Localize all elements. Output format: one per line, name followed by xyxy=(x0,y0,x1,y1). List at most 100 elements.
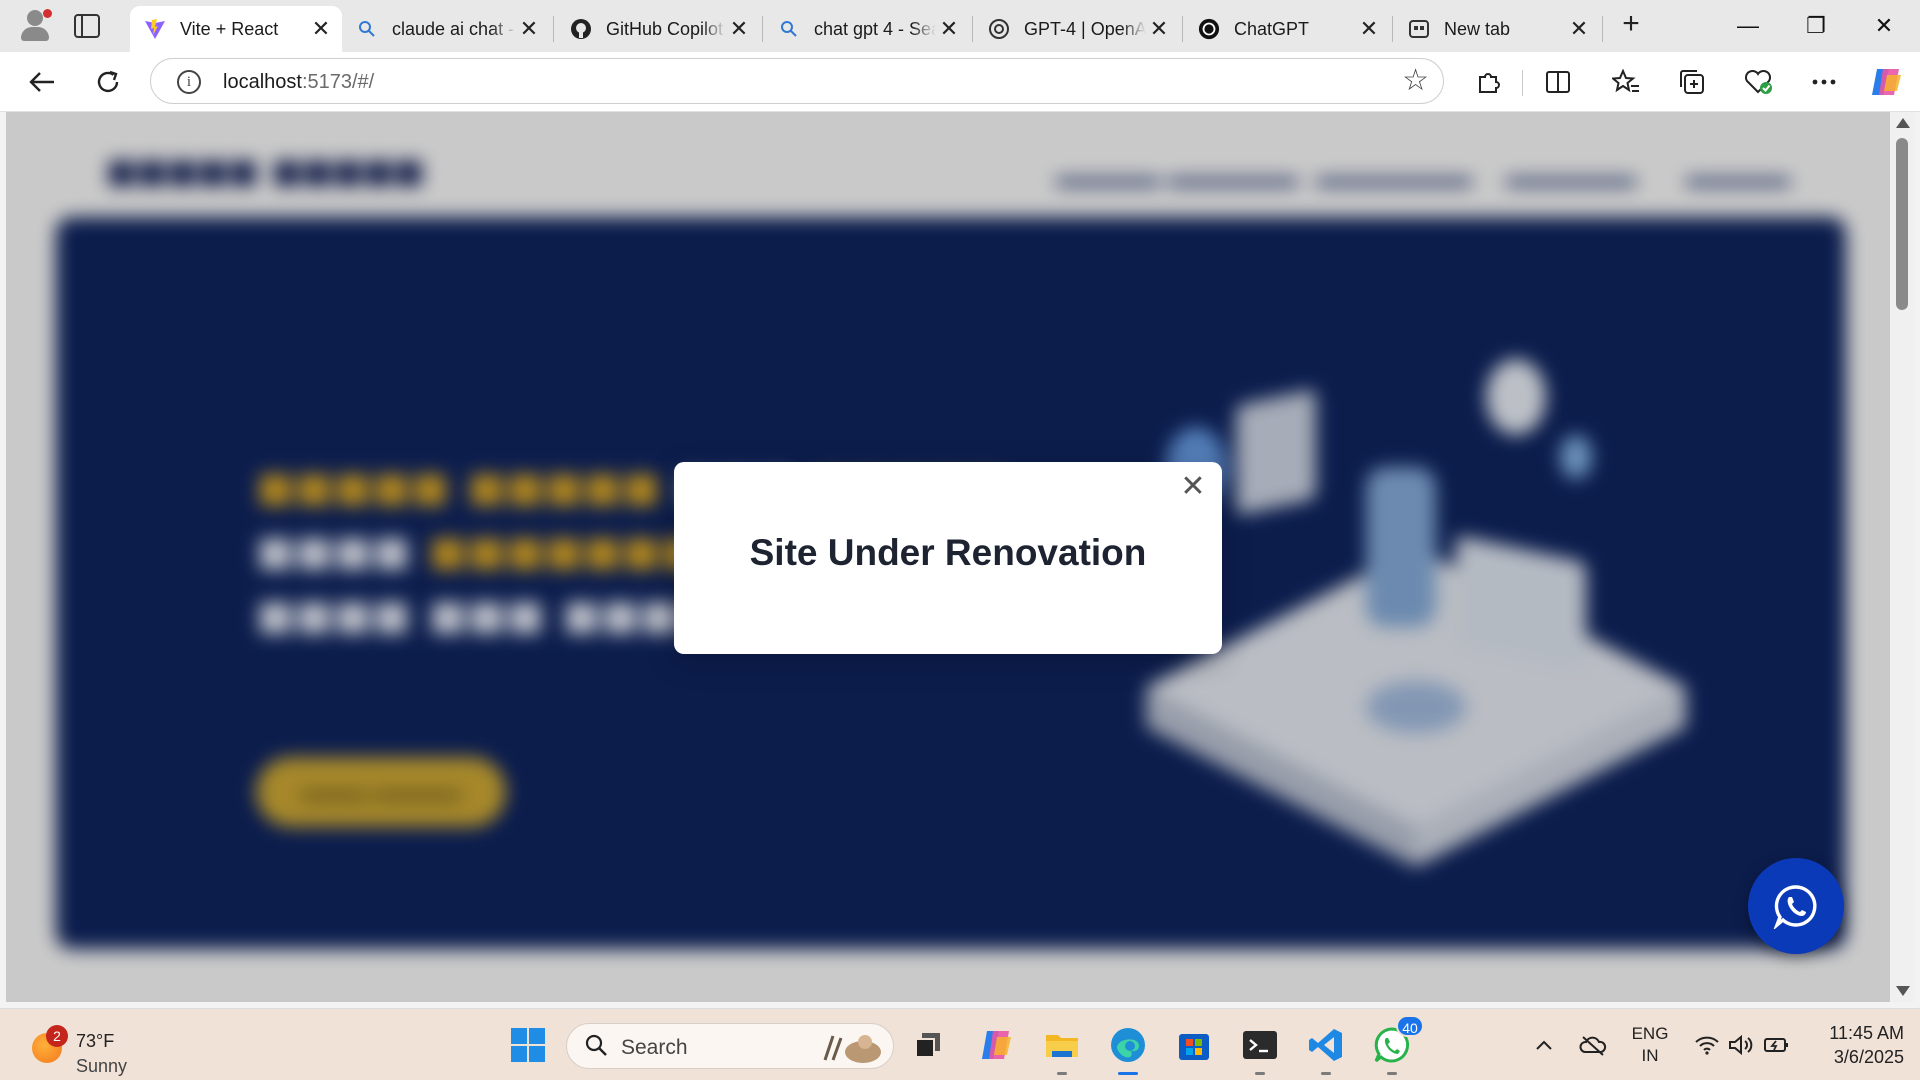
profile-avatar-icon[interactable] xyxy=(18,8,52,42)
extensions-icon[interactable] xyxy=(1468,62,1508,102)
address-bar[interactable]: i localhost:5173/#/ ☆ xyxy=(150,58,1444,104)
tab-title: chat gpt 4 - Search xyxy=(814,18,936,39)
refresh-icon[interactable] xyxy=(88,62,128,102)
url-text[interactable]: localhost:5173/#/ xyxy=(223,71,374,94)
tab-close-icon[interactable]: ✕ xyxy=(1146,16,1172,42)
tab-separator xyxy=(1602,16,1603,42)
file-explorer-button[interactable] xyxy=(1038,1021,1086,1075)
active-app-indicator xyxy=(1118,1072,1138,1075)
modal-title: Site Under Renovation xyxy=(749,532,1147,573)
openai-icon xyxy=(988,18,1010,40)
whatsapp-unread-badge: 40 xyxy=(1396,1015,1424,1037)
tab-github-copilot[interactable]: GitHub Copilot ✕ xyxy=(556,6,760,52)
browser-toolbar: i localhost:5173/#/ ☆ xyxy=(0,52,1920,112)
profile-notification-dot xyxy=(43,9,52,18)
split-screen-icon[interactable] xyxy=(1538,62,1578,102)
whatsapp-chat-button[interactable] xyxy=(1748,858,1844,954)
tab-close-icon[interactable]: ✕ xyxy=(516,16,542,42)
edge-button[interactable] xyxy=(1104,1021,1152,1075)
start-icon xyxy=(511,1028,545,1062)
tab-actions-menu-icon[interactable] xyxy=(74,14,100,38)
scroll-up-arrow-icon[interactable] xyxy=(1896,118,1910,128)
copilot-app-button[interactable] xyxy=(972,1021,1020,1069)
scrollbar-thumb[interactable] xyxy=(1896,138,1908,310)
tab-new-tab[interactable]: New tab ✕ xyxy=(1394,6,1600,52)
taskbar-search-box[interactable]: Search xyxy=(566,1023,894,1069)
tab-claude-search[interactable]: claude ai chat - Search ✕ xyxy=(342,6,550,52)
tab-close-icon[interactable]: ✕ xyxy=(1566,16,1592,42)
vscode-icon xyxy=(1309,1029,1342,1061)
terminal-icon xyxy=(1243,1031,1277,1059)
file-explorer-icon xyxy=(1046,1035,1078,1057)
tab-close-icon[interactable]: ✕ xyxy=(308,16,334,42)
modal-close-icon[interactable]: ✕ xyxy=(1178,472,1208,502)
copilot-icon xyxy=(982,1031,1011,1059)
tab-close-icon[interactable]: ✕ xyxy=(936,16,962,42)
show-hidden-icons-chevron-up-icon[interactable] xyxy=(1532,1029,1556,1061)
search-icon xyxy=(778,18,800,40)
tab-separator xyxy=(1392,16,1393,42)
microsoft-store-icon xyxy=(1179,1034,1209,1060)
new-tab-button[interactable]: + xyxy=(1614,8,1648,42)
system-clock[interactable]: 11:45 AM 3/6/2025 xyxy=(1792,1021,1904,1069)
weather-temperature: 73°F xyxy=(76,1031,115,1051)
running-indicator xyxy=(1387,1072,1397,1075)
running-indicator xyxy=(1057,1072,1067,1075)
tab-title: New tab xyxy=(1444,18,1511,39)
tab-close-icon[interactable]: ✕ xyxy=(1356,16,1382,42)
search-label: Search xyxy=(621,1036,688,1059)
new-tab-page-icon xyxy=(1408,18,1430,40)
search-highlight-icon xyxy=(823,1035,881,1063)
tab-gpt4-openai[interactable]: GPT-4 | OpenAI ✕ xyxy=(974,6,1180,52)
windows-taskbar: 2 73°F Sunny Search 40 ENG IN 11:45 AM 3… xyxy=(0,1008,1920,1080)
page-scrollbar[interactable] xyxy=(1890,112,1914,1002)
battery-charging-icon[interactable] xyxy=(1762,1029,1792,1061)
tab-chatgpt4-search[interactable]: chat gpt 4 - Search ✕ xyxy=(764,6,970,52)
terminal-button[interactable] xyxy=(1236,1021,1284,1075)
onedrive-offline-icon[interactable] xyxy=(1578,1029,1608,1061)
site-info-icon[interactable]: i xyxy=(177,70,201,94)
tab-separator xyxy=(553,16,554,42)
clock-date: 3/6/2025 xyxy=(1833,1047,1904,1067)
tab-separator xyxy=(1182,16,1183,42)
vscode-button[interactable] xyxy=(1302,1021,1350,1075)
tab-title: ChatGPT xyxy=(1234,18,1310,39)
back-arrow-icon[interactable] xyxy=(22,62,62,102)
tab-chatgpt[interactable]: ChatGPT ✕ xyxy=(1184,6,1390,52)
collections-icon[interactable] xyxy=(1672,62,1712,102)
vite-icon xyxy=(144,18,166,40)
tab-title: GitHub Copilot xyxy=(606,18,724,39)
tab-title: GPT-4 | OpenAI xyxy=(1024,18,1146,39)
minimize-button[interactable]: — xyxy=(1724,8,1772,44)
microsoft-store-button[interactable] xyxy=(1170,1021,1218,1069)
browser-essentials-icon[interactable] xyxy=(1738,62,1778,102)
task-view-button[interactable] xyxy=(904,1021,952,1069)
edge-icon xyxy=(1111,1028,1145,1062)
tab-title: claude ai chat - Search xyxy=(392,18,516,39)
whatsapp-app-button[interactable]: 40 xyxy=(1368,1015,1424,1075)
input-language-indicator[interactable]: ENG IN xyxy=(1622,1023,1678,1067)
toolbar-separator xyxy=(1522,70,1523,96)
more-icon[interactable] xyxy=(1804,62,1844,102)
page-viewport: ■■■■■ ■■■■■ ▬▬▬▬ ▬▬▬▬▬ ▬▬▬▬▬▬ ▬▬▬▬▬ ▬▬▬▬… xyxy=(6,112,1890,1002)
tab-title: Vite + React xyxy=(180,18,279,39)
favorite-star-icon[interactable]: ☆ xyxy=(1402,65,1429,97)
search-icon xyxy=(585,1034,607,1056)
wifi-icon[interactable] xyxy=(1692,1029,1722,1061)
weather-widget[interactable]: 2 73°F Sunny xyxy=(30,1019,140,1076)
tab-separator xyxy=(762,16,763,42)
volume-icon[interactable] xyxy=(1726,1029,1756,1061)
copilot-icon[interactable] xyxy=(1866,62,1906,102)
restore-button[interactable]: ❐ xyxy=(1792,8,1840,44)
window-close-button[interactable]: ✕ xyxy=(1860,8,1908,44)
running-indicator xyxy=(1321,1072,1331,1075)
tab-close-icon[interactable]: ✕ xyxy=(726,16,752,42)
start-button[interactable] xyxy=(504,1021,552,1069)
weather-notification-badge: 2 xyxy=(46,1025,68,1047)
favorites-icon[interactable] xyxy=(1606,62,1646,102)
running-indicator xyxy=(1255,1072,1265,1075)
scroll-down-arrow-icon[interactable] xyxy=(1896,986,1910,996)
tab-vite-react[interactable]: Vite + React ✕ xyxy=(130,6,342,52)
search-icon xyxy=(356,18,378,40)
chatgpt-icon xyxy=(1198,18,1220,40)
